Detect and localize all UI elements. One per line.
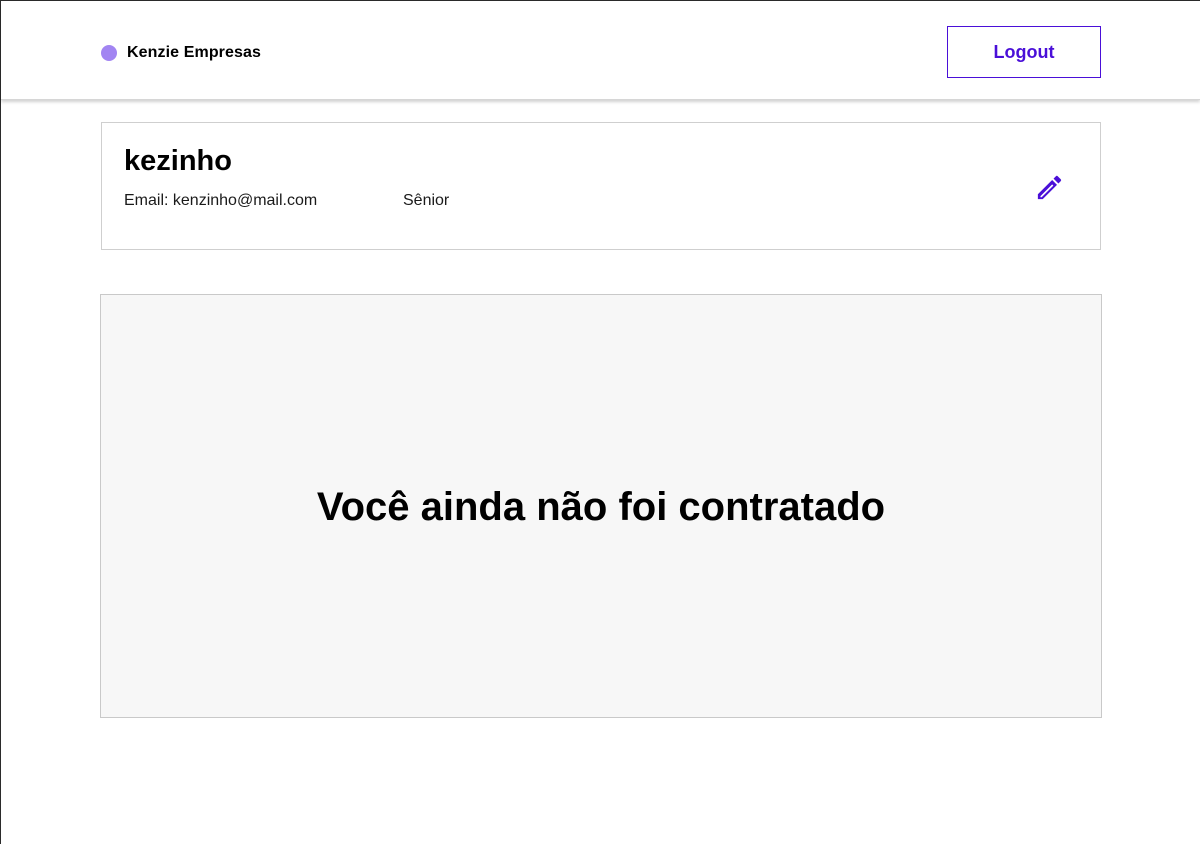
page-frame: Kenzie Empresas Logout kezinho Email: ke… (0, 0, 1200, 844)
profile-details-row: Email: kenzinho@mail.com Sênior (124, 192, 449, 210)
not-hired-message: Você ainda não foi contratado (316, 484, 886, 529)
brand-name: Kenzie Empresas (127, 44, 262, 61)
top-header: Kenzie Empresas Logout (1, 1, 1200, 100)
edit-profile-button[interactable] (1032, 170, 1066, 204)
profile-email: Email: kenzinho@mail.com (124, 192, 318, 209)
profile-card: kezinho Email: kenzinho@mail.com Sênior (101, 122, 1101, 250)
logout-button[interactable]: Logout (947, 26, 1101, 78)
brand: Kenzie Empresas (101, 44, 261, 62)
profile-level: Sênior (403, 192, 450, 209)
hiring-status-panel: Você ainda não foi contratado (100, 294, 1102, 718)
brand-dot-icon (101, 45, 117, 61)
profile-name: kezinho (124, 145, 232, 177)
pencil-icon (1037, 175, 1061, 199)
